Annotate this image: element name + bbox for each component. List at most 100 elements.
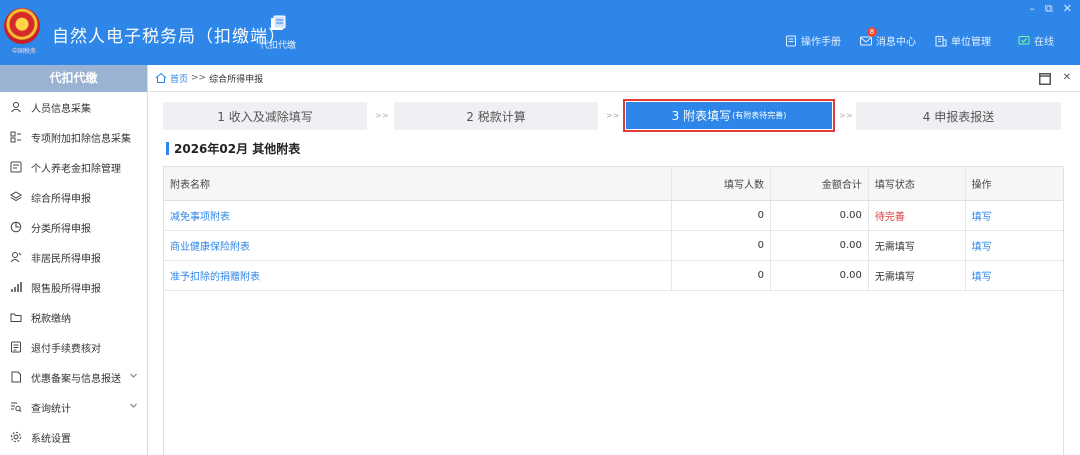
amount-total: 0.00	[770, 260, 869, 291]
restore-window-icon[interactable]: ⧉	[1045, 2, 1053, 16]
step-progress: 1 收入及减除填写 >> 2 税款计算 >> 3 附表填写 (有附表待完善) >…	[163, 99, 1063, 132]
step-submit-report[interactable]: 4 申报表报送	[856, 102, 1061, 130]
sidebar: 代扣代缴 人员信息采集 专项附加扣除信息采集 个人养老金扣除管理 综合所得申报 …	[0, 65, 148, 455]
sidebar-item-settings[interactable]: 系统设置	[0, 422, 147, 452]
message-count-badge: 8	[867, 26, 877, 37]
online-chat-icon	[1018, 35, 1030, 44]
document-icon	[11, 341, 21, 353]
close-window-icon[interactable]: ✕	[1063, 2, 1072, 16]
person-icon	[11, 102, 21, 113]
section-title: 2026年02月 其他附表	[166, 140, 300, 156]
schedule-name-link[interactable]: 准予扣除的捐赠附表	[164, 260, 673, 291]
sidebar-item-fee-refund[interactable]: 退付手续费核对	[0, 332, 147, 362]
search-list-icon	[11, 402, 22, 413]
table-row: 准予扣除的捐赠附表 0 0.00 无需填写 填写	[164, 260, 1063, 291]
sidebar-item-preferential-filing[interactable]: 优惠备案与信息报送	[0, 362, 147, 392]
sidebar-item-label: 综合所得申报	[31, 193, 91, 205]
header-fill-status: 填写状态	[868, 167, 966, 201]
sidebar-item-label: 优惠备案与信息报送	[31, 373, 121, 385]
sidebar-item-restricted-shares[interactable]: 限售股所得申报	[0, 272, 147, 302]
sidebar-item-special-deductions[interactable]: 专项附加扣除信息采集	[0, 122, 147, 152]
sidebar-item-label: 限售股所得申报	[31, 283, 101, 295]
breadcrumb-separator: >>	[191, 73, 207, 83]
online-status[interactable]: 在线	[1018, 33, 1054, 48]
breadcrumb-home-link[interactable]: 首页	[170, 72, 188, 85]
folder-doc-icon	[271, 15, 286, 30]
sidebar-item-pension[interactable]: 个人养老金扣除管理	[0, 152, 147, 182]
pie-icon	[10, 221, 22, 233]
building-icon	[935, 35, 947, 46]
manual-icon	[786, 35, 796, 46]
sidebar-item-personnel[interactable]: 人员信息采集	[0, 92, 147, 122]
main-content: 首页 >> 综合所得申报 ✕ 1 收入及减除填写 >> 2 税款计算 >> 3 …	[149, 65, 1080, 455]
step-label: 4 申报表报送	[922, 109, 995, 124]
breadcrumb-current: 综合所得申报	[209, 74, 264, 85]
schedule-table: 附表名称 填写人数 金额合计 填写状态 操作 减免事项附表 0 0.00 待完善…	[164, 167, 1063, 291]
withholding-tool-button[interactable]: 代扣代缴	[256, 14, 300, 51]
filled-count: 0	[671, 200, 772, 231]
message-center-link[interactable]: 8 消息中心	[860, 26, 916, 48]
step-arrow: >>	[839, 111, 853, 120]
header-filled-count: 填写人数	[671, 167, 772, 201]
filled-count: 0	[671, 230, 772, 261]
manual-label: 操作手册	[801, 37, 841, 48]
online-label: 在线	[1034, 37, 1054, 48]
sidebar-item-label: 个人养老金扣除管理	[31, 163, 121, 175]
fill-action-link[interactable]: 填写	[965, 200, 1063, 231]
sidebar-item-classified-income[interactable]: 分类所得申报	[0, 212, 147, 242]
sidebar-item-query-stats[interactable]: 查询统计	[0, 392, 147, 422]
sidebar-item-label: 退付手续费核对	[31, 343, 101, 355]
org-management-link[interactable]: 单位管理	[935, 33, 991, 48]
header-amount-total: 金额合计	[770, 167, 869, 201]
header-operation: 操作	[965, 167, 1063, 201]
step-label: 1 收入及减除填写	[217, 109, 313, 124]
chevron-down-icon	[130, 403, 137, 408]
step-label: 3 附表填写	[671, 109, 732, 123]
tax-emblem-icon	[4, 8, 40, 44]
file-icon	[11, 371, 21, 383]
amount-total: 0.00	[770, 200, 869, 231]
close-tab-icon[interactable]: ✕	[1063, 72, 1071, 83]
fill-action-link[interactable]: 填写	[965, 230, 1063, 261]
id-card-icon	[10, 161, 22, 173]
table-header-row: 附表名称 填写人数 金额合计 填写状态 操作	[164, 167, 1063, 201]
sidebar-item-label: 非居民所得申报	[31, 253, 101, 265]
chevron-down-icon	[130, 373, 137, 378]
minimize-icon[interactable]: –	[1029, 2, 1035, 16]
sidebar-item-comprehensive-income[interactable]: 综合所得申报	[0, 182, 147, 212]
fill-status: 无需填写	[868, 230, 966, 261]
fill-action-link[interactable]: 填写	[965, 260, 1063, 291]
sidebar-item-tax-payment[interactable]: 税款缴纳	[0, 302, 147, 332]
layers-icon	[10, 191, 22, 202]
window-controls: – ⧉ ✕	[1029, 2, 1072, 16]
manual-link[interactable]: 操作手册	[785, 33, 841, 48]
sidebar-item-nonresident[interactable]: 非居民所得申报	[0, 242, 147, 272]
sidebar-item-label: 人员信息采集	[31, 103, 91, 115]
table-row: 减免事项附表 0 0.00 待完善 填写	[164, 200, 1063, 231]
message-center-label: 消息中心	[876, 37, 916, 48]
fill-status: 待完善	[868, 200, 966, 231]
app-title: 自然人电子税务局（扣缴端）	[52, 27, 286, 47]
table-row: 商业健康保险附表 0 0.00 无需填写 填写	[164, 230, 1063, 261]
restore-tab-icon[interactable]	[1039, 73, 1051, 85]
sidebar-item-label: 税款缴纳	[31, 313, 71, 325]
person-outline-icon	[10, 252, 22, 263]
gear-icon	[10, 431, 22, 443]
grid-list-icon	[10, 131, 21, 143]
step-arrow: >>	[606, 111, 620, 120]
schedule-name-link[interactable]: 商业健康保险附表	[164, 230, 673, 261]
schedule-name-link[interactable]: 减免事项附表	[164, 200, 673, 231]
section-title-bar	[166, 141, 169, 155]
org-management-label: 单位管理	[951, 37, 991, 48]
step-income-deduction[interactable]: 1 收入及减除填写	[163, 102, 367, 130]
home-icon	[155, 72, 167, 83]
app-header: 中国税务 自然人电子税务局（扣缴端） 代扣代缴 操作手册 8 消息中心 单位管理…	[0, 0, 1080, 65]
bar-chart-icon	[11, 282, 22, 292]
sidebar-item-label: 专项附加扣除信息采集	[31, 133, 131, 145]
step-schedule-filling[interactable]: 3 附表填写 (有附表待完善)	[623, 99, 835, 132]
step-sublabel: (有附表待完善)	[732, 111, 787, 120]
fill-status: 无需填写	[868, 260, 966, 291]
step-tax-calculation[interactable]: 2 税款计算	[394, 102, 598, 130]
emblem-text: 中国税务	[11, 48, 36, 55]
sidebar-item-label: 系统设置	[31, 433, 71, 445]
